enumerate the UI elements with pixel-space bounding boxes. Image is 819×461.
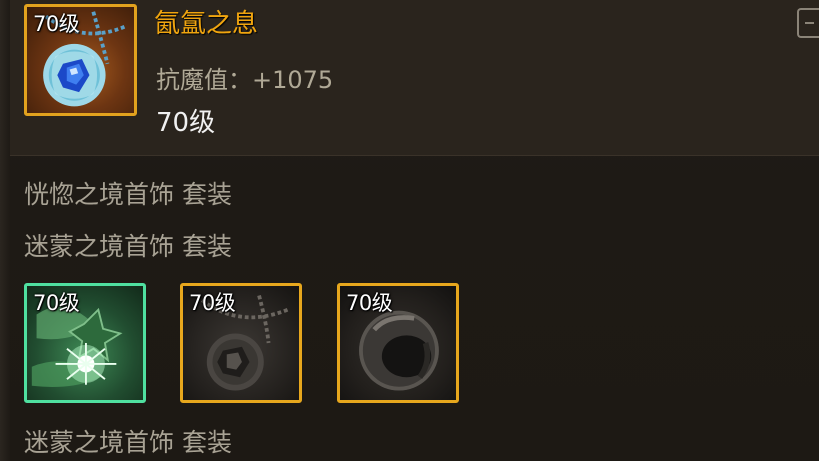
set-line-2: 迷蒙之境首饰 套装 (24, 232, 232, 261)
main-item-level-badge: 70级 (33, 12, 80, 36)
set-item-1-level: 70级 (33, 291, 80, 315)
main-item-slot[interactable]: 70级 (24, 4, 137, 116)
set-item-slot-3[interactable]: 70级 (337, 283, 459, 403)
set-line-3: 迷蒙之境首饰 套装 (24, 428, 232, 457)
stat-line: 抗魔值：+1075 (156, 66, 334, 94)
set-item-slot-1[interactable]: 70级 (24, 283, 146, 403)
set-item-3-level: 70级 (346, 291, 393, 315)
set-item-slot-2[interactable]: 70级 (180, 283, 302, 403)
item-tooltip-panel: 70级 氤氲之息 抗魔值：+1075 70级 恍惚之境首饰 套装 迷蒙之境首饰 … (0, 0, 819, 461)
panel-edge (0, 0, 10, 461)
set-item-2-level: 70级 (189, 291, 236, 315)
item-level-text: 70级 (156, 108, 216, 138)
set-line-1: 恍惚之境首饰 套装 (24, 180, 232, 209)
collapse-tab-icon[interactable] (797, 8, 819, 38)
item-name: 氤氲之息 (154, 9, 259, 39)
